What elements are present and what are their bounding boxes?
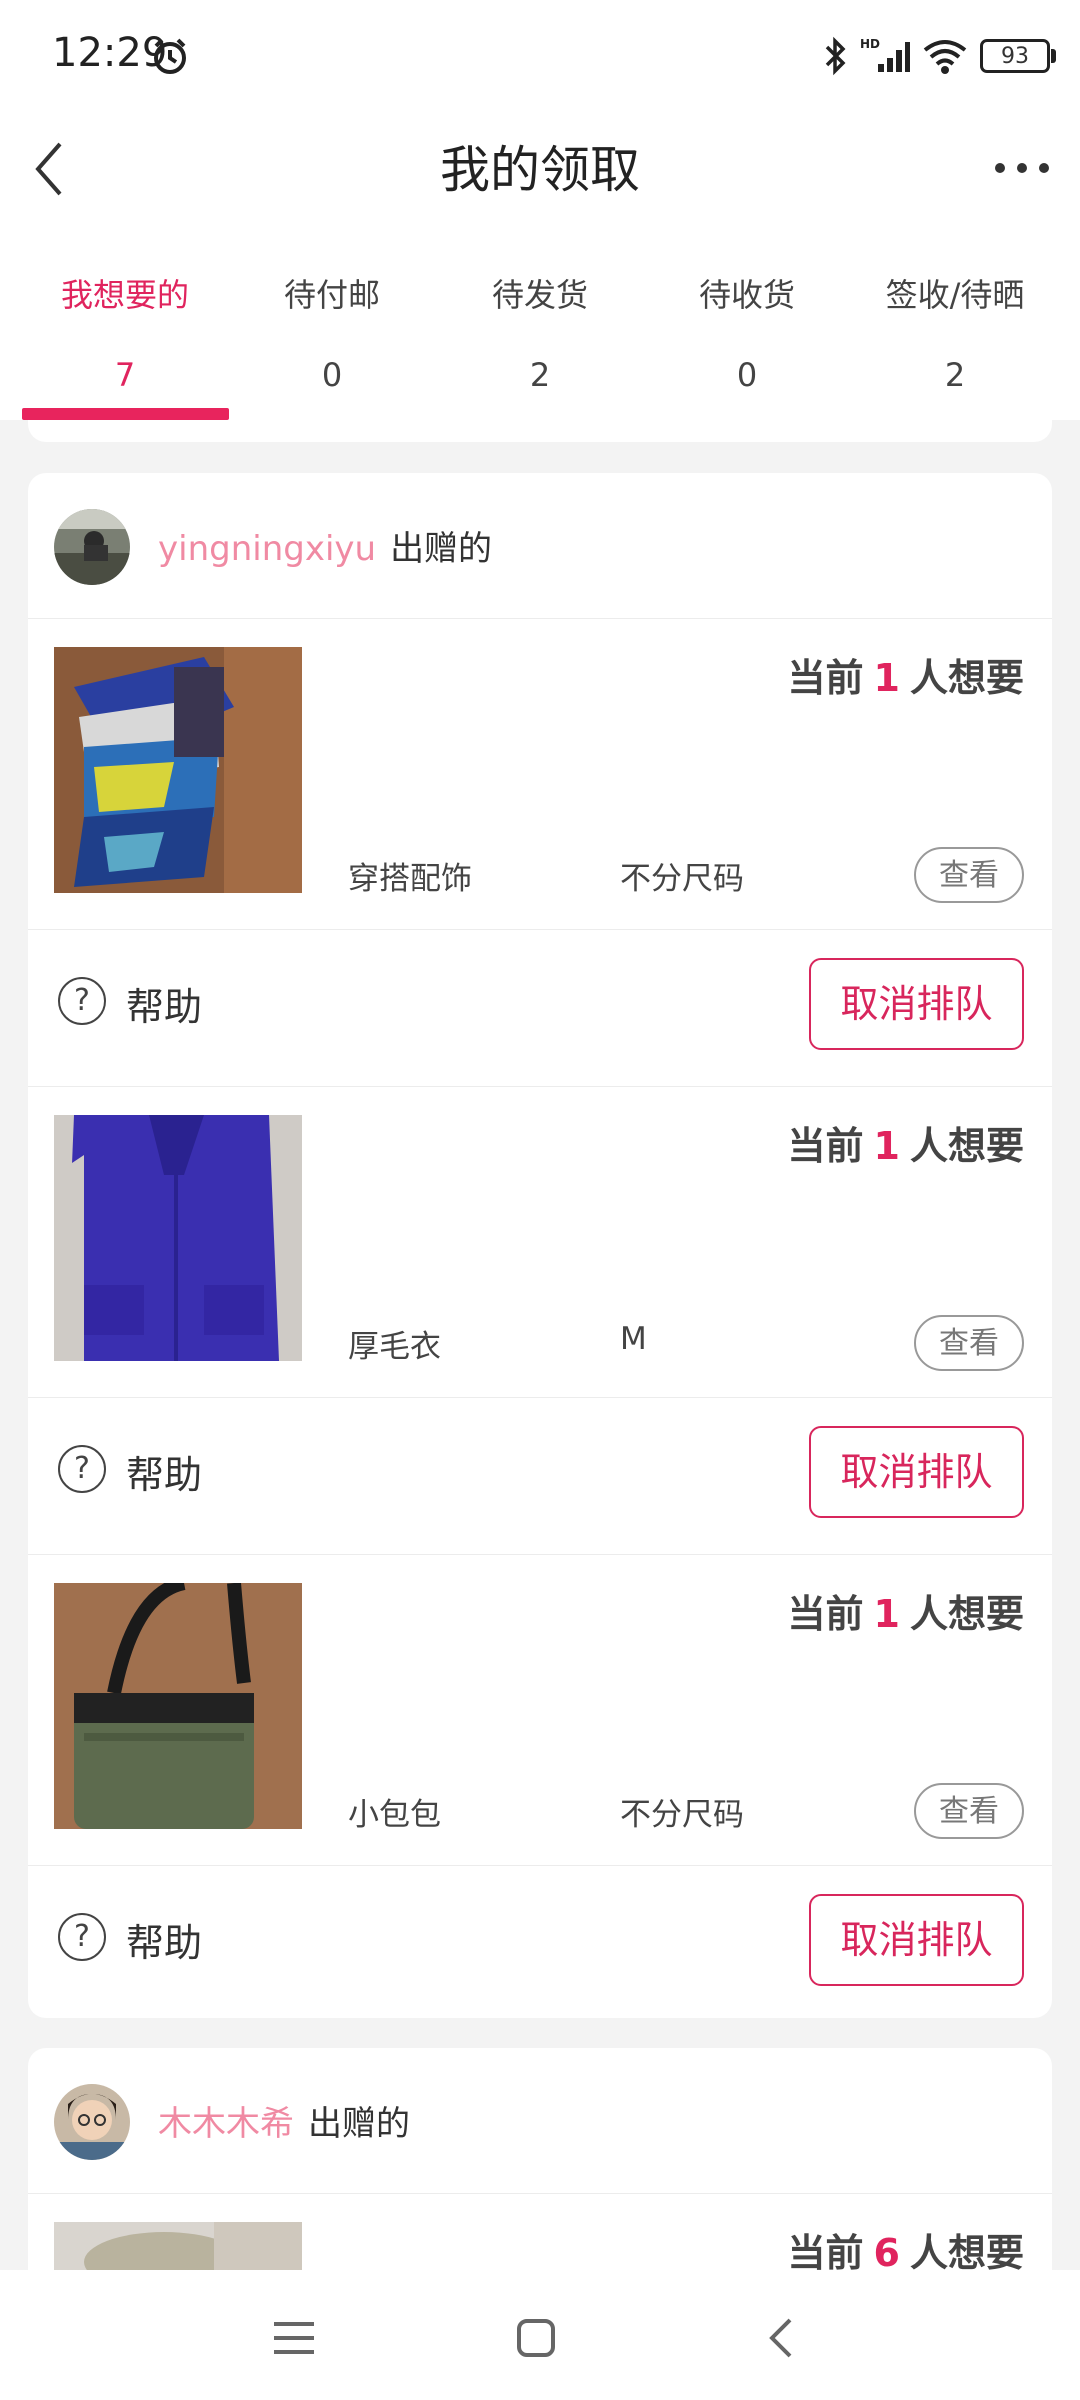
- item-thumbnail[interactable]: [54, 2222, 302, 2270]
- item-actions: ? 帮助 取消排队: [28, 1398, 1052, 1555]
- tab-count: 0: [321, 356, 343, 394]
- tab-signed-review[interactable]: 签收/待晒 2: [855, 270, 1055, 394]
- want-suffix: 人想要: [909, 1124, 1024, 1168]
- cancel-queue-button[interactable]: 取消排队: [809, 958, 1024, 1050]
- list-item[interactable]: 当前 1 人想要 小包包 不分尺码 查看: [28, 1555, 1052, 1866]
- status-icons: HD 93: [822, 34, 1056, 78]
- tab-label: 签收/待晒: [885, 276, 1025, 314]
- want-count: 1: [873, 1124, 900, 1168]
- item-category: 小包包: [348, 1797, 441, 1833]
- item-size: M: [620, 1321, 647, 1357]
- item-thumbnail[interactable]: [54, 1583, 302, 1829]
- tab-wanted[interactable]: 我想要的 7: [25, 270, 225, 394]
- want-count-line: 当前 6 人想要: [788, 2222, 1024, 2270]
- want-count-line: 当前 1 人想要: [788, 1583, 1024, 1638]
- status-tabs: 我想要的 7 待付邮 0 待发货 2 待收货 0 签收/待晒 2: [0, 230, 1080, 420]
- avatar[interactable]: [54, 2084, 130, 2160]
- help-label[interactable]: 帮助: [126, 1912, 202, 1967]
- app-header: 我的领取: [0, 110, 1080, 230]
- help-icon[interactable]: ?: [58, 1445, 106, 1493]
- item-actions: ? 帮助 取消排队: [28, 930, 1052, 1087]
- giver-suffix: 出赠的: [390, 529, 493, 569]
- giver-username[interactable]: 木木木希: [158, 2104, 294, 2144]
- want-count: 6: [873, 2231, 900, 2270]
- giver-username-line: yingningxiyu 出赠的: [158, 521, 492, 570]
- tab-awaiting-shipment[interactable]: 待发货 2: [440, 270, 640, 394]
- bluetooth-icon: [825, 36, 846, 76]
- tab-awaiting-receipt[interactable]: 待收货 0: [647, 270, 847, 394]
- view-button[interactable]: 查看: [914, 847, 1024, 903]
- cancel-queue-button[interactable]: 取消排队: [809, 1894, 1024, 1986]
- active-tab-indicator: [22, 408, 229, 420]
- help-label[interactable]: 帮助: [126, 1444, 202, 1499]
- alarm-icon: [154, 38, 186, 74]
- list-item[interactable]: 当前 6 人想要: [28, 2194, 1052, 2270]
- item-thumbnail[interactable]: [54, 1115, 302, 1361]
- want-count: 1: [873, 656, 900, 700]
- help-label[interactable]: 帮助: [126, 976, 202, 1031]
- battery-level: 93: [1001, 43, 1029, 69]
- item-thumbnail[interactable]: [54, 647, 302, 893]
- item-size: 不分尺码: [620, 1797, 744, 1833]
- list-item[interactable]: 当前 1 人想要 穿搭配饰 不分尺码 查看: [28, 619, 1052, 930]
- view-button[interactable]: 查看: [914, 1315, 1024, 1371]
- want-count-line: 当前 1 人想要: [788, 647, 1024, 702]
- tab-label: 待发货: [491, 276, 588, 314]
- want-suffix: 人想要: [909, 2231, 1024, 2270]
- item-size: 不分尺码: [620, 861, 744, 897]
- avatar[interactable]: [54, 509, 130, 585]
- giver-suffix: 出赠的: [308, 2104, 410, 2144]
- help-icon[interactable]: ?: [58, 977, 106, 1025]
- want-prefix: 当前: [787, 1592, 864, 1636]
- want-count-line: 当前 1 人想要: [788, 1115, 1024, 1170]
- want-prefix: 当前: [787, 1124, 864, 1168]
- status-bar: 12:29 HD 93: [0, 0, 1080, 110]
- more-options-icon[interactable]: [992, 148, 1052, 188]
- system-nav-bar: [0, 2270, 1080, 2400]
- giver-username-line: 木木木希 出赠的: [158, 2096, 410, 2145]
- giver-card: yingningxiyu出赠的 当前1人想要 穿搭配饰 不分尺码 查看 ?: [28, 473, 1052, 2018]
- item-actions: ? 帮助 取消排队: [28, 1866, 1052, 2018]
- help-icon[interactable]: ?: [58, 1913, 106, 1961]
- menu-icon[interactable]: [264, 2308, 324, 2368]
- view-button[interactable]: 查看: [914, 1783, 1024, 1839]
- tab-count: 2: [529, 356, 551, 394]
- tab-label: 待收货: [698, 276, 795, 314]
- tab-count: 2: [944, 356, 966, 394]
- nav-back-icon[interactable]: [752, 2308, 812, 2368]
- list-item[interactable]: 当前 1 人想要 厚毛衣 M 查看: [28, 1087, 1052, 1398]
- want-suffix: 人想要: [909, 656, 1024, 700]
- item-category: 厚毛衣: [348, 1329, 441, 1365]
- giver-header[interactable]: 木木木希 出赠的: [28, 2048, 1052, 2194]
- giver-header[interactable]: yingningxiyu 出赠的: [28, 473, 1052, 619]
- tab-label: 待付邮: [283, 276, 380, 314]
- want-prefix: 当前: [787, 2231, 864, 2270]
- giver-card: 木木木希 出赠的 当前 6 人想要: [28, 2048, 1052, 2270]
- want-prefix: 当前: [787, 656, 864, 700]
- want-count: 1: [873, 1592, 900, 1636]
- page-title: 我的领取: [440, 141, 640, 199]
- previous-card-edge: [28, 420, 1052, 442]
- tab-count: 7: [114, 356, 136, 394]
- battery-indicator: 93: [980, 39, 1056, 73]
- signal-icon: HD: [860, 37, 910, 72]
- giver-username[interactable]: yingningxiyu: [158, 529, 376, 569]
- tab-awaiting-postage[interactable]: 待付邮 0: [232, 270, 432, 394]
- home-square-icon[interactable]: [506, 2308, 566, 2368]
- tab-count: 0: [736, 356, 758, 394]
- svg-text:HD: HD: [860, 37, 880, 51]
- wifi-icon: [923, 40, 967, 74]
- item-category: 穿搭配饰: [348, 861, 472, 897]
- want-suffix: 人想要: [909, 1592, 1024, 1636]
- tab-label: 我想要的: [60, 276, 189, 314]
- cancel-queue-button[interactable]: 取消排队: [809, 1426, 1024, 1518]
